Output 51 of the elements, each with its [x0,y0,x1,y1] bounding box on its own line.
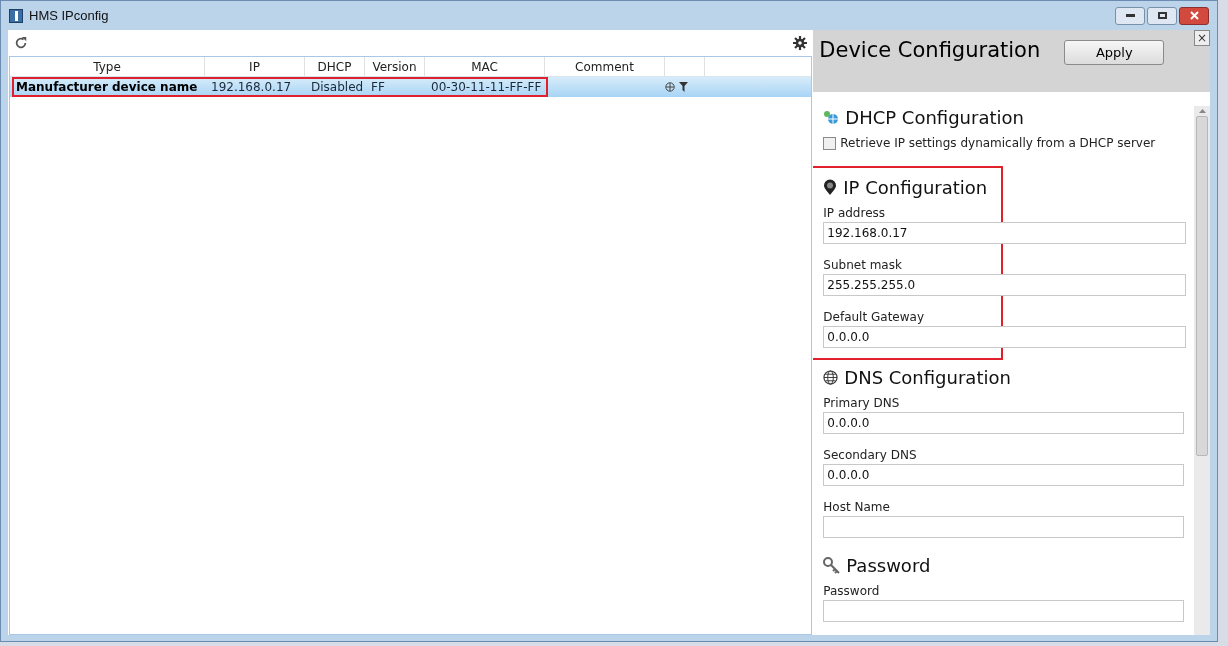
input-field[interactable]: 0.0.0.0 [823,464,1184,486]
close-button[interactable]: × [1194,30,1210,46]
filter-icon[interactable] [679,82,688,92]
field-label: IP address [823,205,887,222]
map-pin-icon [823,178,838,196]
window-title: HMS IPconfig [29,6,109,25]
section-heading: DHCP Configuration [845,105,1024,130]
input-field[interactable] [823,516,1184,538]
field-label: Host Name [823,499,891,516]
section-heading: DNS Configuration [844,365,1011,390]
minimize-button[interactable] [1115,6,1145,25]
column-header[interactable]: Version [365,57,425,76]
panel-title: Device Configuration [819,37,1041,64]
section-heading: IP Configuration [843,175,988,200]
table-cell-text: Disabled [310,79,365,96]
column-header[interactable]: MAC [425,57,545,76]
input-field[interactable] [823,600,1184,622]
table-cell-text: Manufacturer device name [15,79,199,96]
network-plug-icon [823,109,840,125]
maximize-button[interactable] [1147,6,1177,25]
input-field[interactable]: 192.168.0.17 [823,222,1187,244]
refresh-icon[interactable] [14,36,28,50]
column-header[interactable]: IP [205,57,305,76]
field-label: Secondary DNS [823,447,918,464]
field-label: Subnet mask [823,257,903,274]
key-icon [823,556,841,574]
globe-icon[interactable] [665,82,675,92]
table-cell-text: 192.168.0.17 [210,79,293,96]
checkbox[interactable] [823,136,837,150]
input-field[interactable]: 0.0.0.0 [823,326,1187,348]
table-cell-text: 00-30-11-11-FF-FF [430,79,543,96]
input-field[interactable]: 255.255.255.0 [823,274,1187,296]
field-label: Password [823,583,881,600]
close-icon [1189,11,1199,20]
table-row[interactable]: Manufacturer device name 192.168.0.17 Disabled FF 00-30-11-11-FF-FF [10,77,812,97]
scrollbar[interactable] [1194,106,1210,635]
apply-button[interactable]: Apply [1064,40,1165,65]
globe-icon [823,369,839,385]
gear-icon[interactable] [793,36,808,50]
close-button[interactable] [1179,6,1209,25]
input-field[interactable]: 0.0.0.0 [823,412,1184,434]
field-label: Default Gateway [823,309,925,326]
column-header[interactable]: Type [10,57,205,76]
section-heading: Password [846,553,931,578]
field-label: Primary DNS [823,395,901,412]
table-cell-text: FF [370,79,386,96]
column-header[interactable]: DHCP [305,57,365,76]
app-icon [9,8,23,23]
checkbox-label: Retrieve IP settings dynamically from a DHCP server [840,135,1156,152]
scroll-up-arrow-icon[interactable] [1198,109,1206,113]
column-header[interactable]: Comment [545,57,665,76]
